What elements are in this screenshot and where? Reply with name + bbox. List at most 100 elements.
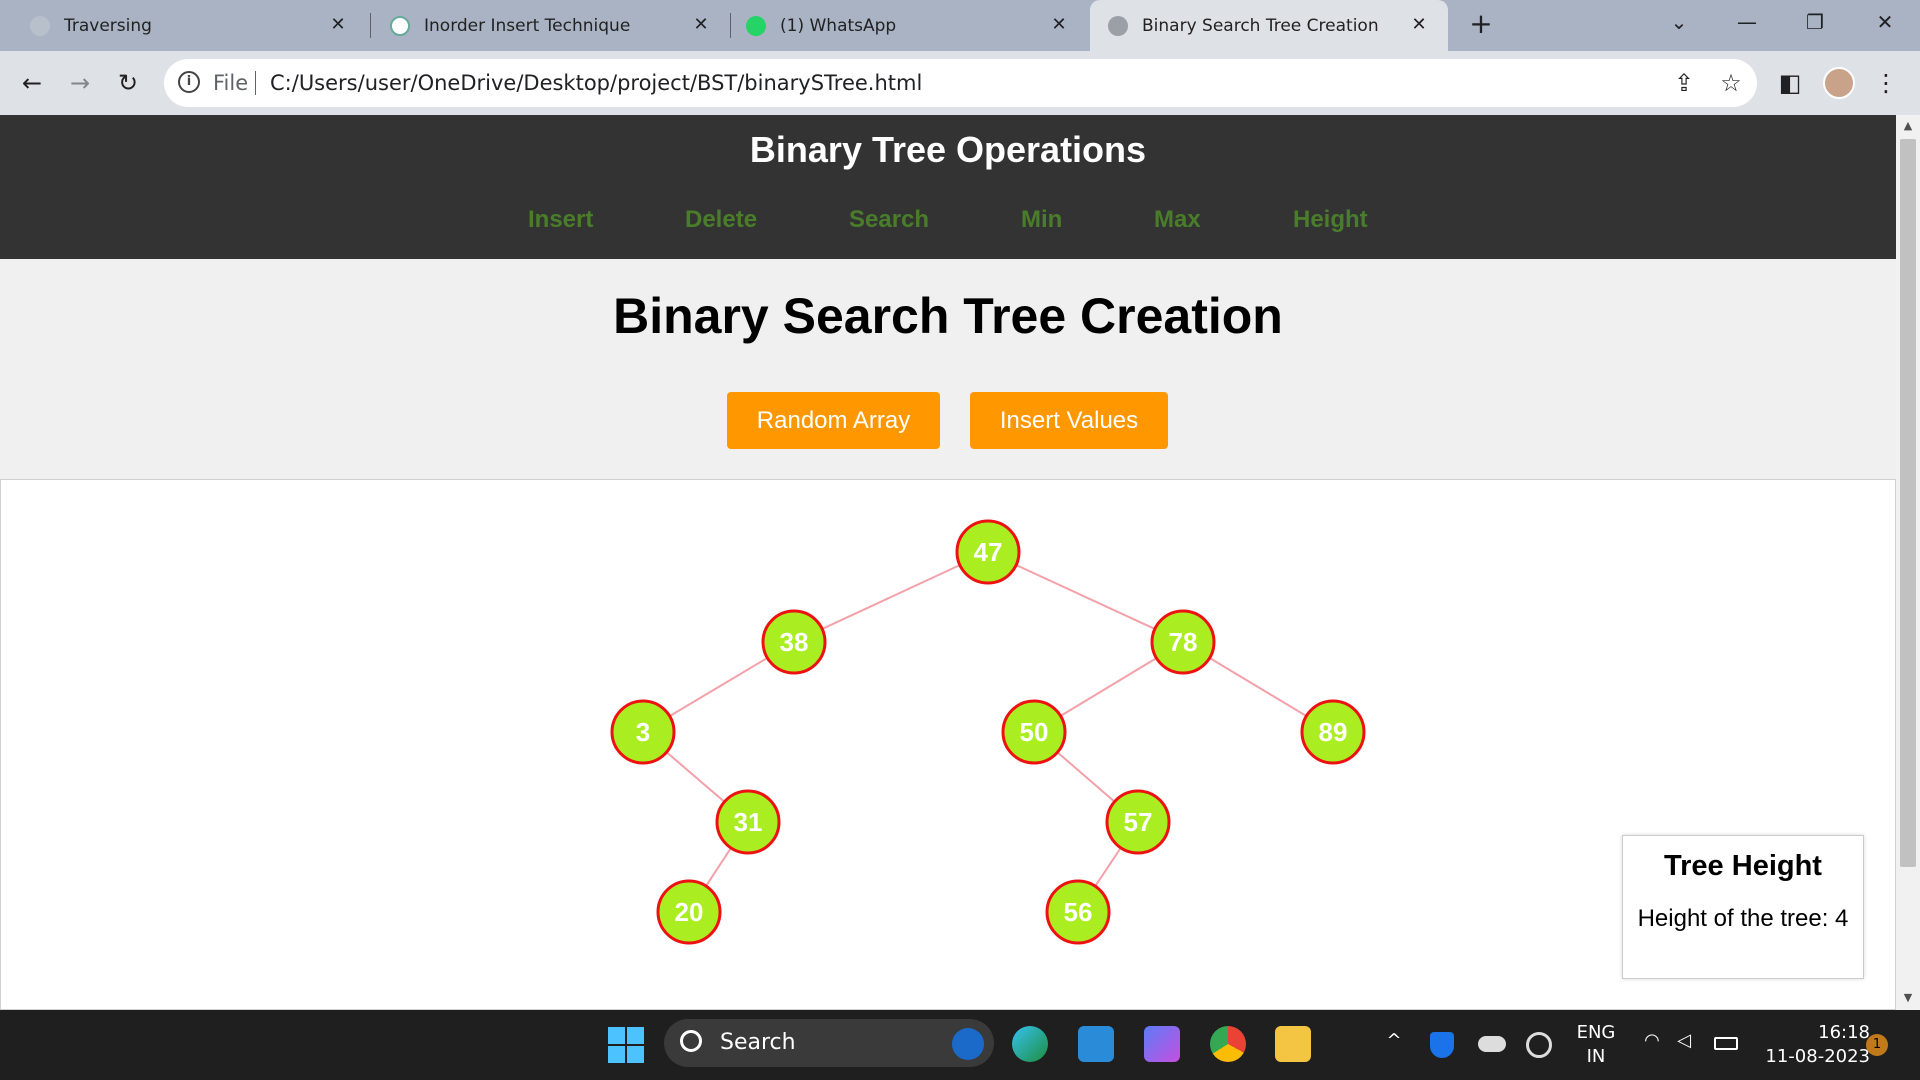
tree-nodes: 47 38 78 3 50 89 31 57 20 56: [610, 519, 1366, 945]
tree-node: 31: [715, 789, 781, 855]
copilot-icon[interactable]: [1144, 1026, 1180, 1062]
volume-icon[interactable]: ◁: [1672, 1030, 1696, 1051]
random-array-button[interactable]: Random Array: [727, 392, 940, 449]
tree-node-value: 38: [780, 627, 809, 657]
onedrive-icon[interactable]: [1478, 1036, 1506, 1052]
nav-search[interactable]: Search: [849, 206, 929, 234]
tree-node-value: 47: [974, 537, 1003, 567]
battery-icon[interactable]: [1714, 1037, 1738, 1050]
tree-node-value: 20: [675, 897, 704, 927]
wifi-icon[interactable]: ◠: [1640, 1030, 1664, 1051]
new-tab-button[interactable]: +: [1466, 10, 1496, 40]
tree-node-value: 31: [734, 807, 763, 837]
taskbar-search-box[interactable]: [664, 1019, 994, 1067]
nav-min[interactable]: Min: [1021, 206, 1062, 234]
forward-icon[interactable]: →: [64, 67, 96, 99]
tree-node: 78: [1150, 609, 1216, 675]
header-title: Binary Tree Operations: [749, 129, 1147, 170]
menu-kebab-icon[interactable]: ⋮: [1870, 67, 1902, 99]
scroll-down-icon[interactable]: ▼: [1896, 991, 1920, 1007]
nav-height[interactable]: Height: [1293, 206, 1368, 234]
site-header: Binary Tree Operations Insert Delete Sea…: [0, 115, 1896, 259]
language-label[interactable]: ENG: [1576, 1022, 1616, 1043]
tree-height-panel: Tree Height Height of the tree: 4: [1622, 835, 1864, 979]
minimize-icon[interactable]: —: [1732, 10, 1762, 34]
region-label[interactable]: IN: [1576, 1046, 1616, 1067]
info-icon[interactable]: i: [178, 71, 200, 93]
address-divider: [255, 71, 256, 95]
windows-taskbar: Search ^ ENG IN ◠ ◁ 16:18 11-08-2023 1: [0, 1010, 1920, 1080]
scroll-up-icon[interactable]: ▲: [1896, 119, 1920, 135]
page-title: Binary Search Tree Creation: [613, 288, 1283, 344]
tab-whatsapp[interactable]: (1) WhatsApp ✕: [732, 0, 1088, 51]
tree-node: 20: [656, 879, 722, 945]
nav-insert[interactable]: Insert: [528, 206, 593, 234]
close-icon[interactable]: ✕: [690, 14, 712, 36]
nav-max[interactable]: Max: [1154, 206, 1201, 234]
profile-avatar[interactable]: [1823, 67, 1855, 99]
page-viewport: Binary Tree Operations Insert Delete Sea…: [0, 115, 1896, 1010]
nav-delete[interactable]: Delete: [685, 206, 757, 234]
tree-node: 3: [610, 699, 676, 765]
close-icon[interactable]: ✕: [1408, 14, 1430, 36]
file-explorer-icon[interactable]: [1275, 1026, 1311, 1062]
tree-node: 57: [1105, 789, 1171, 855]
close-window-icon[interactable]: ✕: [1870, 10, 1900, 34]
globe-icon: [1108, 15, 1128, 36]
search-icon: [680, 1030, 702, 1052]
restore-icon[interactable]: ❐: [1800, 10, 1830, 34]
clock-date[interactable]: 11-08-2023: [1750, 1046, 1870, 1067]
back-icon[interactable]: ←: [16, 67, 48, 99]
side-panel-icon[interactable]: ◧: [1774, 67, 1806, 99]
address-scheme: File: [213, 71, 249, 95]
tab-inorder-insert[interactable]: Inorder Insert Technique ✕: [372, 0, 730, 51]
notification-badge[interactable]: 1: [1866, 1034, 1888, 1056]
close-icon[interactable]: ✕: [1048, 14, 1070, 36]
defender-icon[interactable]: [1430, 1032, 1454, 1058]
tree-node-value: 89: [1319, 717, 1348, 747]
tree-node: 47: [955, 519, 1021, 585]
sync-icon[interactable]: [1526, 1032, 1552, 1058]
chrome-icon[interactable]: [1210, 1026, 1246, 1062]
tab-separator: [370, 13, 371, 38]
tab-traversing[interactable]: Traversing ✕: [0, 0, 367, 51]
taskbar-search-text: Search: [720, 1030, 796, 1055]
tree-node: 38: [761, 609, 827, 675]
tree-svg: 47 38 78 3 50 89 31 57 20 56: [610, 519, 1366, 945]
tree-canvas: 47 38 78 3 50 89 31 57 20 56: [0, 479, 1896, 1010]
tab-binary-search-tree[interactable]: Binary Search Tree Creation ✕: [1090, 0, 1448, 51]
scroll-thumb[interactable]: [1900, 139, 1916, 867]
chatgpt-icon: [390, 15, 410, 36]
tab-label: Binary Search Tree Creation: [1142, 15, 1379, 36]
address-url[interactable]: C:/Users/user/OneDrive/Desktop/project/B…: [270, 71, 922, 95]
edge-icon[interactable]: [1012, 1026, 1048, 1062]
reload-icon[interactable]: ↻: [112, 67, 144, 99]
tab-separator: [730, 13, 731, 38]
share-icon[interactable]: ⇪: [1668, 67, 1700, 99]
tree-node-value: 50: [1020, 717, 1049, 747]
tab-label: Inorder Insert Technique: [424, 15, 631, 36]
tray-chevron-icon[interactable]: ^: [1384, 1030, 1404, 1051]
tab-bar: Traversing ✕ Inorder Insert Technique ✕ …: [0, 0, 1920, 51]
bookmark-star-icon[interactable]: ☆: [1715, 67, 1747, 99]
browser-toolbar: ← → ↻ i File C:/Users/user/OneDrive/Desk…: [0, 51, 1920, 115]
whatsapp-icon: [746, 15, 766, 36]
tree-node: 50: [1001, 699, 1067, 765]
page-scrollbar[interactable]: ▲ ▼: [1896, 115, 1920, 1010]
tab-label: (1) WhatsApp: [780, 15, 897, 36]
desktop-icon[interactable]: [1078, 1026, 1114, 1062]
insert-values-button[interactable]: Insert Values: [970, 392, 1168, 449]
close-icon[interactable]: ✕: [327, 14, 349, 36]
tree-height-text: Height of the tree: 4: [1637, 905, 1849, 932]
clock-time[interactable]: 16:18: [1790, 1022, 1870, 1043]
tab-search-icon[interactable]: ⌄: [1664, 10, 1694, 34]
windows-start-icon[interactable]: [608, 1027, 644, 1063]
tree-node: 89: [1300, 699, 1366, 765]
tree-height-title: Tree Height: [1664, 850, 1822, 882]
bing-icon[interactable]: [952, 1028, 984, 1060]
tree-node-value: 3: [636, 717, 650, 747]
tree-node: 56: [1045, 879, 1111, 945]
tab-label: Traversing: [64, 15, 152, 36]
globe-icon: [30, 15, 50, 36]
tree-node-value: 57: [1124, 807, 1153, 837]
